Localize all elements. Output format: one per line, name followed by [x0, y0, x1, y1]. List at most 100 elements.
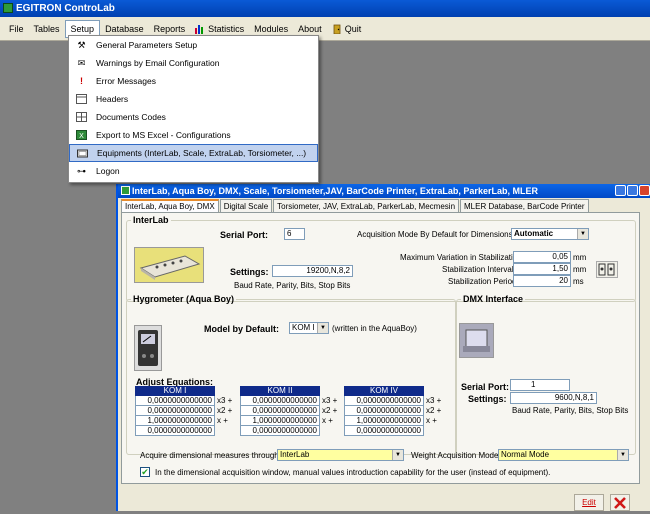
kom4-suffix-x2: x2 +	[426, 406, 442, 415]
interlab-legend: InterLab	[133, 215, 169, 225]
menu-tables[interactable]: Tables	[29, 20, 65, 38]
menu-item-label: General Parameters Setup	[96, 40, 198, 50]
dmx-settings-label: Settings:	[468, 394, 507, 404]
menu-item-headers[interactable]: Headers	[69, 90, 318, 108]
kom2-suffix-x2: x2 +	[322, 406, 338, 415]
stab-per-input[interactable]: 20	[513, 275, 571, 287]
menu-item-export-excel[interactable]: X Export to MS Excel - Configurations	[69, 126, 318, 144]
kom2-coef-x3[interactable]: 0,0000000000000	[240, 396, 320, 406]
header-icon	[76, 94, 87, 104]
kom1-coef-x3[interactable]: 0,0000000000000	[135, 396, 215, 406]
menu-item-general-parameters[interactable]: ⚒ General Parameters Setup	[69, 36, 318, 54]
menu-file[interactable]: File	[4, 20, 29, 38]
menu-file-label: File	[9, 23, 24, 34]
manual-values-checkbox-label: In the dimensional acquisition window, m…	[155, 468, 551, 477]
minimize-button[interactable]	[615, 185, 626, 196]
menu-tables-label: Tables	[33, 23, 60, 34]
model-hint: (written in the AquaBoy)	[332, 324, 417, 333]
interlab-device-icon	[139, 255, 201, 280]
kom4-coef-x3[interactable]: 0,0000000000000	[344, 396, 424, 406]
manual-values-checkbox[interactable]: ✔	[140, 467, 150, 477]
table-icon	[76, 112, 87, 122]
model-label: Model by Default:	[204, 324, 280, 334]
dmx-settings-hint: Baud Rate, Parity, Bits, Stop Bits	[512, 406, 629, 415]
kom1-suffix-x3: x3 +	[217, 396, 233, 405]
red-x-icon	[614, 497, 626, 509]
interlab-settings-input[interactable]: 19200,N,8,2	[272, 265, 353, 277]
menu-item-label: Headers	[96, 94, 129, 104]
dmx-settings-input[interactable]: 9600,N,8,1	[510, 392, 597, 404]
menu-item-label: Documents Codes	[96, 112, 166, 122]
menu-item-equipments[interactable]: Equipments (InterLab, Scale, ExtraLab, T…	[69, 144, 318, 162]
menu-item-logon[interactable]: ⊶ Logon	[69, 162, 318, 180]
tab-interlab[interactable]: InterLab, Aqua Boy, DMX	[121, 199, 219, 213]
acq-mode-value: Automatic	[514, 229, 554, 238]
acq-mode-label: Acquisition Mode By Default for Dimensio…	[357, 230, 515, 239]
interlab-settings-label: Settings:	[230, 267, 269, 277]
kom4-coef-x[interactable]: 1,0000000000000	[344, 416, 424, 426]
dmx-device-image	[459, 323, 494, 358]
menu-item-label: Equipments (InterLab, Scale, ExtraLab, T…	[97, 148, 307, 158]
app-title: EGITRON ControLab	[16, 3, 115, 14]
monitor-icon	[77, 149, 88, 158]
menu-item-label: Logon	[96, 166, 120, 176]
menu-quit[interactable]: Quit	[327, 20, 367, 38]
svg-text:X: X	[79, 133, 84, 140]
close-button[interactable]	[639, 185, 650, 196]
stab-int-label: Stabilization Interval:	[442, 265, 516, 274]
model-value: KOM I	[292, 323, 315, 332]
stab-int-input[interactable]: 1,50	[513, 263, 571, 275]
interlab-device-image	[134, 247, 204, 283]
tools-icon: ⚒	[77, 40, 86, 50]
tab-page: InterLab Serial Port: 6 Acquisition Mode…	[121, 212, 640, 484]
menu-quit-label: Quit	[344, 23, 362, 34]
kom1-coef-x2[interactable]: 0,0000000000000	[135, 406, 215, 416]
dmx-legend: DMX Interface	[463, 294, 524, 304]
hygrometer-legend: Hygrometer (Aqua Boy)	[133, 294, 235, 304]
exclamation-icon: !	[80, 76, 83, 86]
kom2-coef-x2[interactable]: 0,0000000000000	[240, 406, 320, 416]
interlab-settings-hint: Baud Rate, Parity, Bits, Stop Bits	[234, 281, 351, 290]
kom2-coef-x[interactable]: 1,0000000000000	[240, 416, 320, 426]
bar-chart-icon	[195, 24, 204, 34]
kom1-coef-x[interactable]: 1,0000000000000	[135, 416, 215, 426]
edit-button[interactable]: Edit	[574, 494, 604, 511]
kom4-coef-const[interactable]: 0,0000000000000	[344, 426, 424, 436]
weight-label: Weight Acquisition Mode:	[411, 451, 501, 460]
dialog-title: InterLab, Aqua Boy, DMX, Scale, Torsiome…	[132, 186, 538, 196]
kom1-suffix-x: x +	[217, 416, 228, 425]
weight-select[interactable]: Normal Mode ▼	[498, 449, 629, 461]
kom2-coef-const[interactable]: 0,0000000000000	[240, 426, 320, 436]
max-var-label: Maximum Variation in Stabilization:	[400, 253, 524, 262]
model-select[interactable]: KOM I ▼	[289, 322, 329, 334]
stab-int-unit: mm	[573, 265, 587, 274]
menu-item-label: Warnings by Email Configuration	[96, 58, 220, 68]
acquire-label: Acquire dimensional measures through:	[140, 451, 281, 460]
tab-digital-scale[interactable]: Digital Scale	[219, 199, 273, 213]
app-logo-icon	[3, 3, 13, 13]
kom4-suffix-x3: x3 +	[426, 396, 442, 405]
menu-item-error-messages[interactable]: ! Error Messages	[69, 72, 318, 90]
envelope-icon: ✉	[77, 58, 86, 68]
dmx-serial-port-input[interactable]: 1	[510, 379, 570, 391]
acq-mode-select[interactable]: Automatic ▼	[511, 228, 589, 240]
kom2-header: KOM II	[240, 386, 320, 396]
edit-button-label: Edit	[582, 498, 596, 507]
chevron-down-icon: ▼	[317, 323, 328, 333]
kom4-coef-x2[interactable]: 0,0000000000000	[344, 406, 424, 416]
maximize-button[interactable]	[627, 185, 638, 196]
chevron-down-icon: ▼	[617, 450, 628, 460]
max-var-input[interactable]: 0,05	[513, 251, 571, 263]
acquire-select[interactable]: InterLab ▼	[277, 449, 404, 461]
aquaboy-device-icon	[138, 330, 158, 366]
kom1-coef-const[interactable]: 0,0000000000000	[135, 426, 215, 436]
menu-item-documents-codes[interactable]: Documents Codes	[69, 108, 318, 126]
cancel-button[interactable]	[610, 494, 630, 511]
menu-item-warnings-email[interactable]: ✉ Warnings by Email Configuration	[69, 54, 318, 72]
calibrate-button[interactable]	[596, 261, 618, 278]
menu-item-label: Error Messages	[96, 76, 156, 86]
tab-torsiometer[interactable]: Torsiometer, JAV, ExtraLab, ParkerLab, M…	[273, 199, 460, 213]
tab-mler-database[interactable]: MLER Database, BarCode Printer	[460, 199, 589, 213]
chevron-down-icon: ▼	[392, 450, 403, 460]
interlab-serial-port-input[interactable]: 6	[284, 228, 305, 240]
